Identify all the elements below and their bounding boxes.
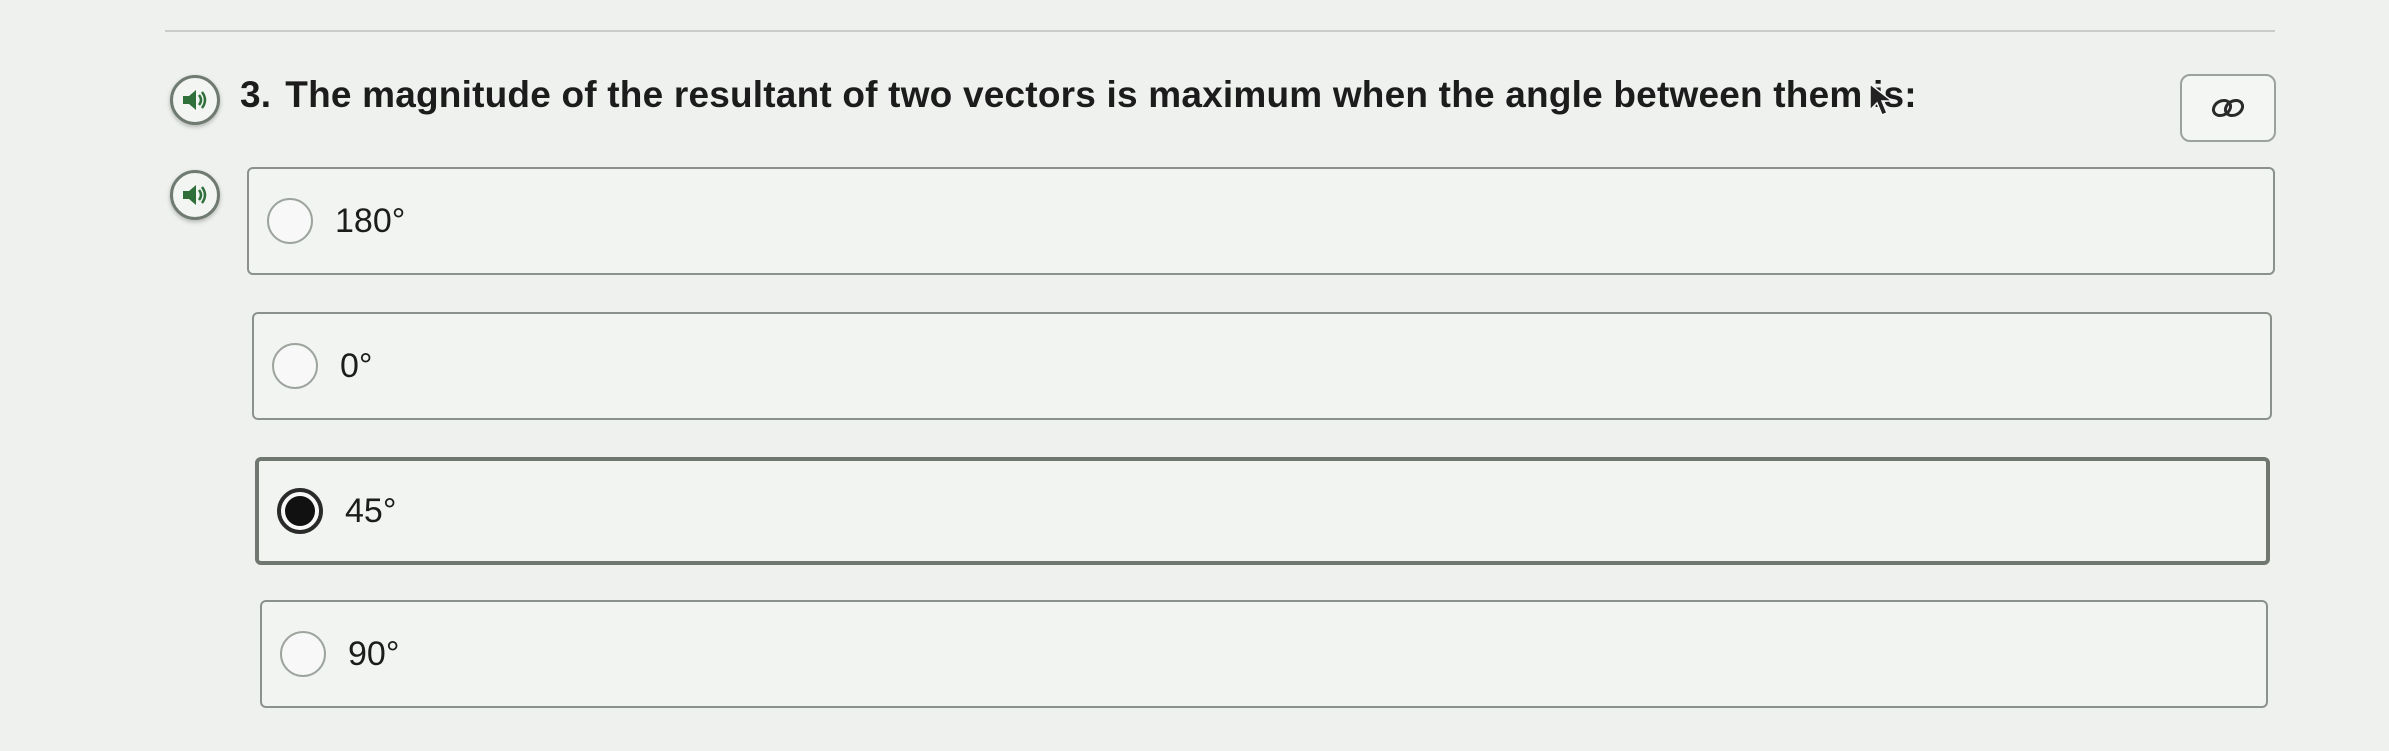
question-prompt: The magnitude of the resultant of two ve… — [285, 74, 1917, 115]
answer-option-4[interactable]: 90° — [260, 600, 2268, 708]
answer-option-3[interactable]: 45° — [255, 457, 2270, 565]
question-number: 3. — [240, 74, 272, 115]
options-audio-button[interactable] — [170, 170, 220, 220]
top-divider — [165, 30, 2275, 32]
answer-option-1[interactable]: 180° — [247, 167, 2275, 275]
speaker-icon — [183, 185, 207, 205]
question-audio-button[interactable] — [170, 75, 220, 125]
question-text: 3. The magnitude of the resultant of two … — [240, 74, 1917, 116]
link-button[interactable] — [2180, 74, 2276, 142]
option-label: 0° — [340, 346, 373, 385]
option-label: 45° — [345, 491, 397, 530]
radio-button-selected[interactable] — [277, 488, 323, 534]
radio-button[interactable] — [280, 631, 326, 677]
mouse-pointer-icon — [1869, 82, 1895, 116]
speaker-icon — [183, 90, 207, 110]
option-label: 180° — [335, 201, 406, 240]
quiz-page: 3. The magnitude of the resultant of two … — [0, 0, 2389, 751]
radio-button[interactable] — [267, 198, 313, 244]
link-icon — [2211, 98, 2245, 118]
option-label: 90° — [348, 634, 400, 673]
radio-button[interactable] — [272, 343, 318, 389]
answer-option-2[interactable]: 0° — [252, 312, 2272, 420]
